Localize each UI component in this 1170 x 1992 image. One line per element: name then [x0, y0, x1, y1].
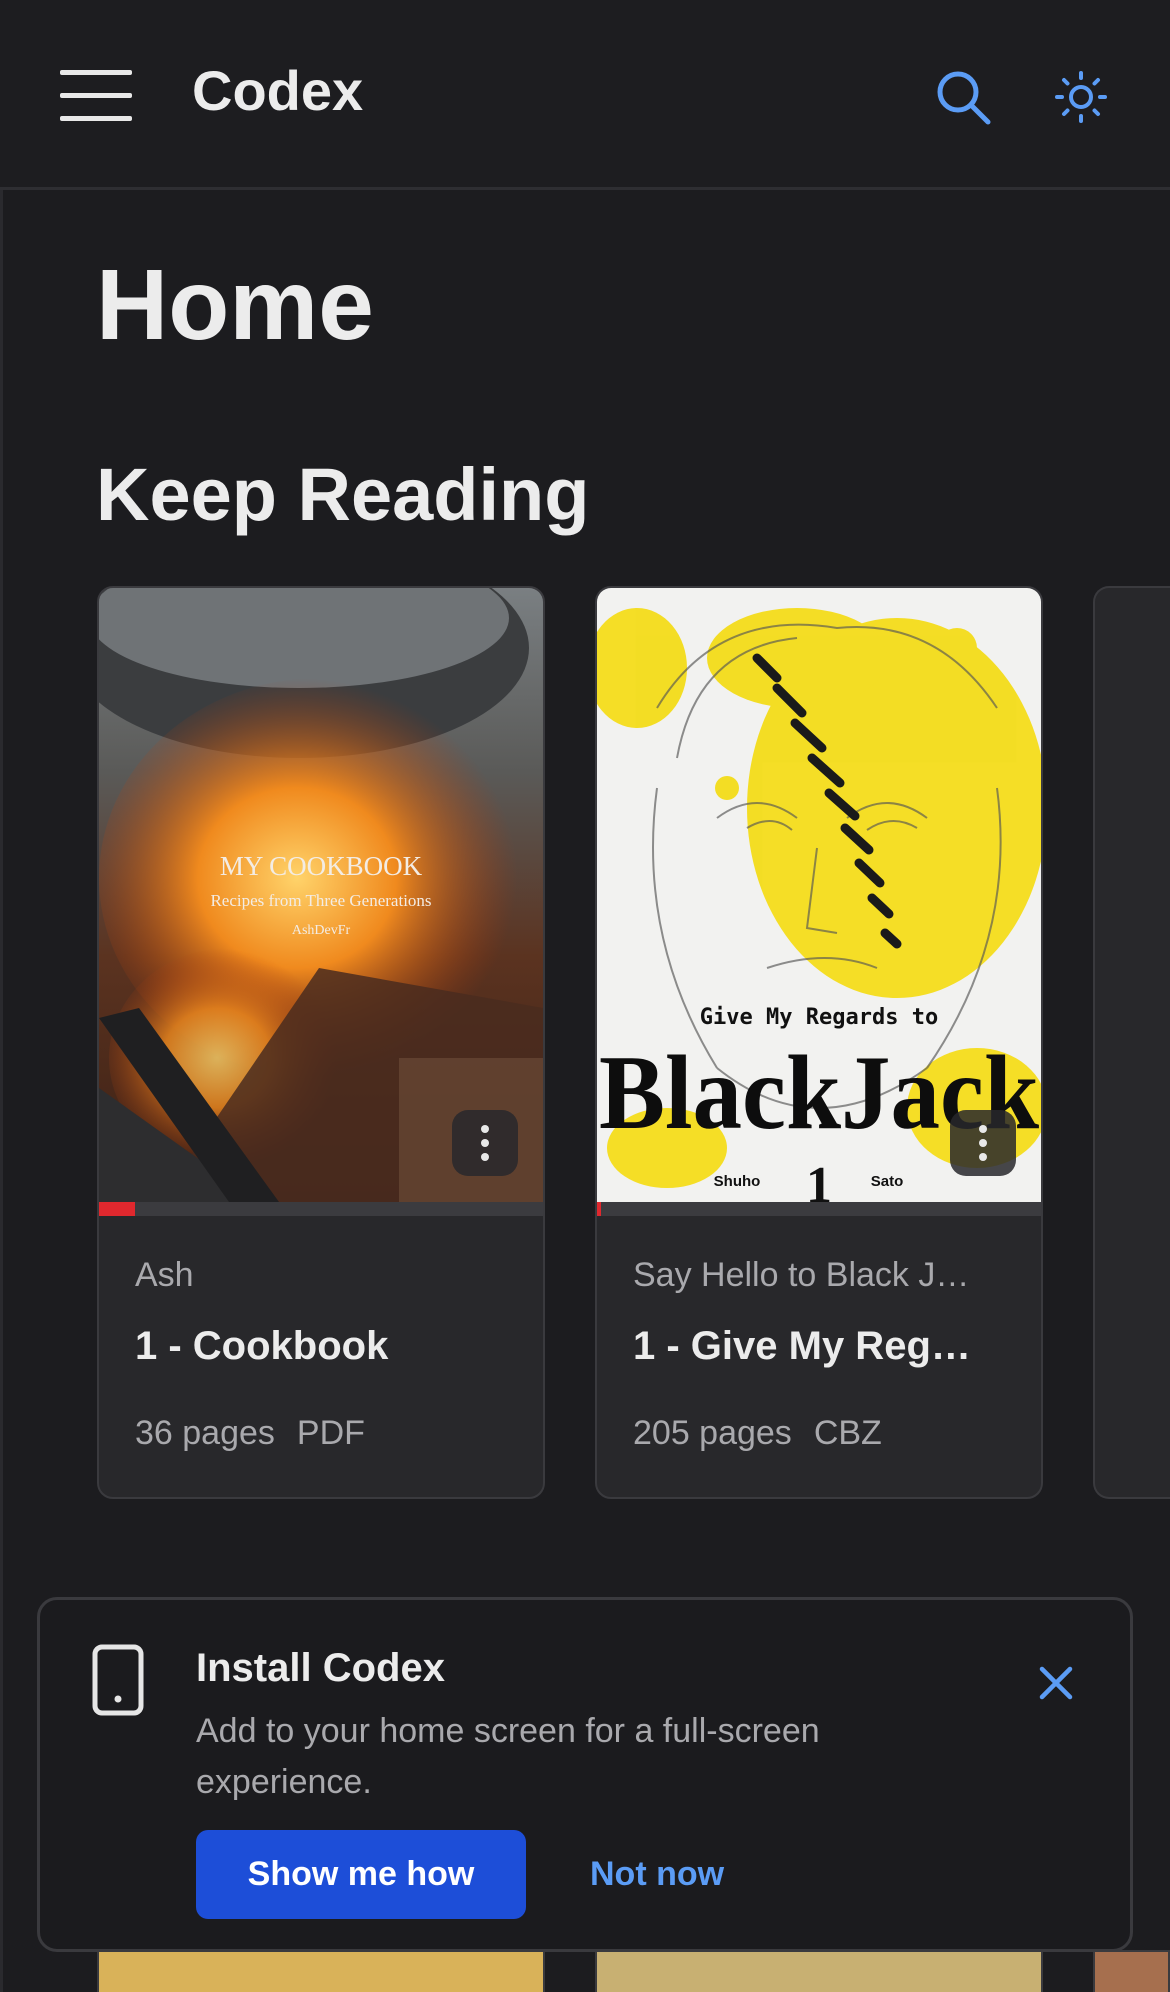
book-card-peek[interactable]	[1093, 586, 1170, 1499]
page-title: Home	[96, 249, 374, 361]
book-format: CBZ	[813, 1414, 882, 1452]
smartphone-icon	[92, 1644, 144, 1716]
cover-author-left: Shuho	[714, 1173, 761, 1190]
top-app-bar: Codex	[0, 0, 1170, 190]
search-icon[interactable]	[934, 68, 992, 126]
reading-progress-bar	[99, 1202, 543, 1216]
sun-icon[interactable]	[1054, 70, 1108, 124]
install-banner-title: Install Codex	[196, 1646, 445, 1690]
book-cover-image[interactable]	[97, 1950, 545, 1992]
hamburger-menu-icon[interactable]	[60, 68, 132, 124]
book-cover-image[interactable]	[595, 1950, 1043, 1992]
book-page-count: 205 pages	[633, 1414, 792, 1452]
content-divider	[0, 190, 3, 1992]
install-banner-description: Add to your home screen for a full-scree…	[196, 1712, 820, 1801]
book-series: Ash	[135, 1256, 194, 1294]
book-cover-image[interactable]	[1093, 1950, 1170, 1992]
not-now-button[interactable]: Not now	[590, 1830, 724, 1919]
cover-volume-number: 1	[806, 1157, 832, 1202]
more-options-icon[interactable]	[452, 1110, 518, 1176]
reading-progress-fill	[99, 1202, 135, 1216]
cover-title-text: MY COOKBOOK	[220, 851, 423, 881]
more-options-icon[interactable]	[950, 1110, 1016, 1176]
section-title-keep-reading: Keep Reading	[96, 453, 590, 536]
book-format: PDF	[296, 1414, 365, 1452]
book-card[interactable]: MY COOKBOOK Recipes from Three Generatio…	[97, 586, 545, 1499]
show-me-how-button[interactable]: Show me how	[196, 1830, 526, 1919]
install-app-banner: Install Codex Add to your home screen fo…	[37, 1597, 1133, 1952]
book-title[interactable]: 1 - Cookbook	[135, 1324, 515, 1369]
book-page-count: 36 pages	[135, 1414, 275, 1452]
book-card[interactable]: Give My Regards to BlackJack 1 Shuho Sat…	[595, 586, 1043, 1499]
book-meta: 205 pages CBZ	[633, 1414, 882, 1453]
cover-top-text: Give My Regards to	[700, 1005, 938, 1030]
reading-progress-bar	[597, 1202, 1041, 1216]
reading-progress-fill	[597, 1202, 602, 1216]
close-icon[interactable]	[1037, 1664, 1075, 1702]
book-meta: 36 pages PDF	[135, 1414, 365, 1453]
app-title[interactable]: Codex	[192, 58, 363, 123]
book-title[interactable]: 1 - Give My Reg…	[633, 1324, 1013, 1369]
cover-author-right: Sato	[871, 1173, 904, 1190]
book-series: Say Hello to Black J…	[633, 1256, 970, 1294]
cover-author-text: AshDevFr	[292, 923, 351, 938]
cover-subtitle-text: Recipes from Three Generations	[210, 891, 431, 910]
